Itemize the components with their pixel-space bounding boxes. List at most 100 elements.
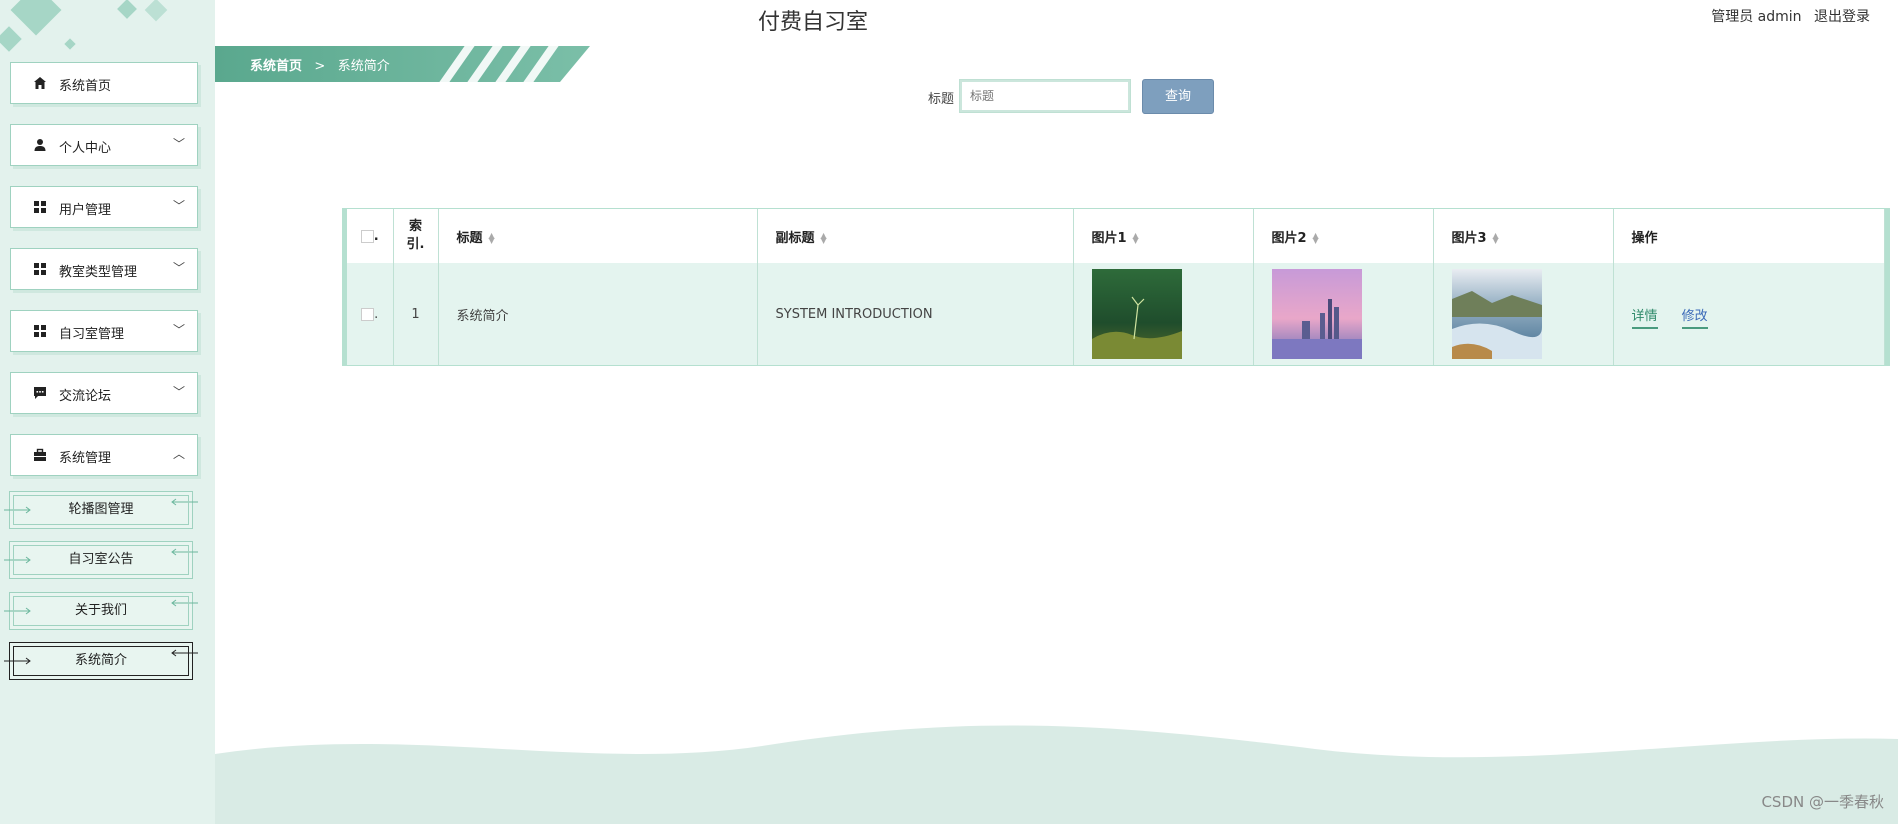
chevron-up-icon: ︿ [172,447,185,461]
sort-icon[interactable]: ▲ ▼ [821,232,827,245]
arrow-left-icon [171,599,198,607]
edit-link[interactable]: 修改 [1681,308,1708,329]
app-title: 付费自习室 [758,10,869,35]
header-index: 索 引. [393,209,439,263]
sidebar-item-label: 教室类型管理 [59,265,138,280]
decor-wave [215,725,1898,824]
header-label: 标题 [456,230,483,246]
grid-icon [34,325,46,337]
logout-link[interactable]: 退出登录 [1814,9,1870,25]
sidebar-item-label: 系统首页 [59,79,112,94]
header-label: 图片2 [1271,230,1307,246]
header-image3[interactable]: 图片3 ▲ ▼ [1433,209,1614,263]
header-title[interactable]: 标题 ▲ ▼ [438,209,758,263]
arrow-left-icon [171,649,198,657]
header-subtitle[interactable]: 副标题 ▲ ▼ [757,209,1074,263]
chevron-down-icon: ﹀ [172,385,185,399]
image3-thumbnail[interactable] [1451,269,1542,359]
sidebar-subitem-intro[interactable]: 系统简介 [4,642,198,680]
subitem-label: 系统简介 [74,653,127,668]
arrow-right-icon [4,657,31,665]
row-subtitle: SYSTEM INTRODUCTION [757,263,1074,365]
chat-icon [34,387,46,399]
subitem-label: 自习室公告 [68,552,134,567]
header-index-line1: 索 [408,219,422,234]
search-label: 标题 [928,92,955,107]
image1-thumbnail[interactable] [1091,269,1182,359]
breadcrumb-separator: > [314,59,326,74]
row-checkbox[interactable] [361,307,375,321]
table-header-row: . 索 引. 标题 ▲ ▼ 副标题 ▲ ▼ 图片1 ▲ ▼ 图片2 ▲ ▼ 图片3 ▲ ▼ 操作 [347,209,1885,263]
sidebar-item-label: 个人中心 [59,141,112,156]
sort-icon[interactable]: ▲ ▼ [489,232,495,245]
arrow-left-icon [171,548,198,556]
sidebar-item-classroom-types[interactable]: 教室类型管理 ﹀ [10,248,198,290]
sidebar-item-profile[interactable]: 个人中心 ﹀ [10,124,198,166]
sort-icon[interactable]: ▲ ▼ [1133,232,1139,245]
chevron-down-icon: ﹀ [172,199,185,213]
arrow-right-icon [4,607,31,615]
decor-square [0,26,22,52]
row-image1-cell [1073,263,1254,365]
header-image1[interactable]: 图片1 ▲ ▼ [1073,209,1254,263]
row-image3-cell [1433,263,1614,365]
header-label: 操作 [1631,230,1658,246]
search-input[interactable] [959,79,1131,113]
arrow-left-icon [171,498,198,506]
subitem-label: 轮播图管理 [68,502,134,517]
header-image2[interactable]: 图片2 ▲ ▼ [1253,209,1434,263]
arrow-right-icon [4,556,31,564]
header-select-all[interactable]: . [347,209,394,263]
home-icon [34,77,46,89]
decor-square [64,38,76,50]
sidebar-item-label: 系统管理 [59,451,112,466]
user-label: 管理员 admin [1711,9,1802,25]
user-info: 管理员 admin 退出登录 [1703,6,1870,26]
row-title: 系统简介 [438,263,758,365]
row-select-cell[interactable]: . [347,263,394,365]
row-actions: 详情 修改 [1613,263,1885,365]
header-actions: 操作 [1613,209,1885,263]
sidebar-subitem-carousel[interactable]: 轮播图管理 [4,491,198,529]
sidebar-item-users[interactable]: 用户管理 ﹀ [10,186,198,228]
decor-square [144,0,168,22]
sort-icon[interactable]: ▲ ▼ [1313,232,1319,245]
chevron-down-icon: ﹀ [172,261,185,275]
sidebar: 系统首页 个人中心 ﹀ 用户管理 ﹀ 教室类型管理 ﹀ 自习室管理 ﹀ 交流论坛… [0,0,215,824]
breadcrumb: 系统首页 > 系统简介 [250,55,390,74]
decor-square [10,0,62,36]
row-index: 1 [393,263,439,365]
sidebar-item-label: 交流论坛 [59,389,112,404]
header-label: 副标题 [775,230,815,246]
row-image2-cell [1253,263,1434,365]
sidebar-item-label: 自习室管理 [59,327,125,342]
sort-icon[interactable]: ▲ ▼ [1493,232,1499,245]
search-button[interactable]: 查询 [1142,79,1214,114]
sidebar-item-home[interactable]: 系统首页 [10,62,198,104]
select-all-checkbox[interactable] [360,229,374,243]
sidebar-item-system[interactable]: 系统管理 ︿ [10,434,198,476]
breadcrumb-current: 系统简介 [337,59,390,74]
sidebar-subitem-announcement[interactable]: 自习室公告 [4,541,198,579]
image2-thumbnail[interactable] [1271,269,1362,359]
chevron-down-icon: ﹀ [172,323,185,337]
sidebar-item-label: 用户管理 [59,203,112,218]
data-table: . 索 引. 标题 ▲ ▼ 副标题 ▲ ▼ 图片1 ▲ ▼ 图片2 ▲ ▼ 图片3 ▲ ▼ 操作 .… [342,208,1890,366]
subitem-label: 关于我们 [74,603,127,618]
table-row: . 1 系统简介 SYSTEM INTRODUCTION 详情 修改 [347,263,1885,365]
sidebar-item-study-rooms[interactable]: 自习室管理 ﹀ [10,310,198,352]
header-label: 图片3 [1451,230,1487,246]
header-label: 图片1 [1091,230,1127,246]
sidebar-item-forum[interactable]: 交流论坛 ﹀ [10,372,198,414]
chevron-down-icon: ﹀ [172,137,185,151]
grid-icon [34,201,46,213]
grid-icon [34,263,46,275]
decor-square [117,0,137,19]
sidebar-subitem-about[interactable]: 关于我们 [4,592,198,630]
person-icon [34,139,46,151]
watermark: CSDN @一季春秋 [1761,793,1884,811]
detail-link[interactable]: 详情 [1631,308,1658,329]
arrow-right-icon [4,506,31,514]
header-index-line2: 引. [406,237,425,252]
breadcrumb-home[interactable]: 系统首页 [250,59,302,74]
